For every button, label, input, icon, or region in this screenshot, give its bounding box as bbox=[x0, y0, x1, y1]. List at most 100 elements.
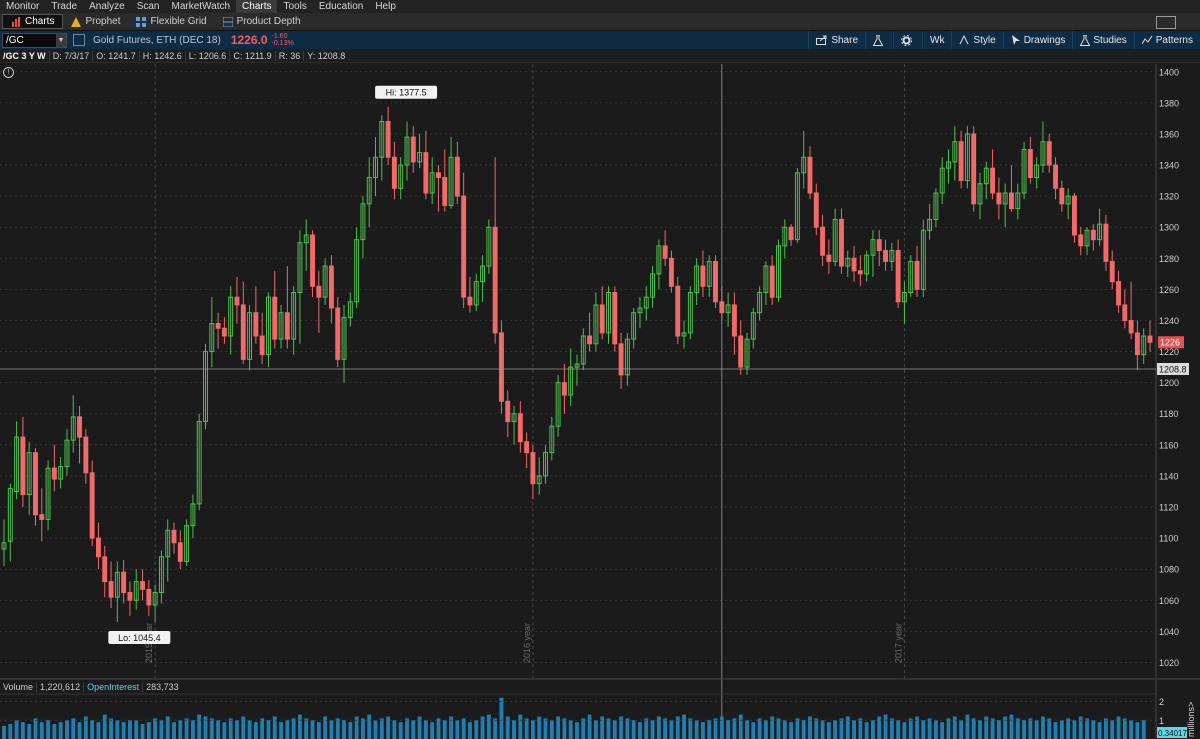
price-chart[interactable]: 1020 1040 1060 1080 1100 1120 1140 1160 1180 1200… bbox=[0, 0, 1200, 739]
candle-body bbox=[328, 265, 334, 309]
candle-body bbox=[39, 514, 45, 520]
volume-bar bbox=[58, 722, 63, 739]
candle bbox=[221, 317, 227, 344]
candle bbox=[385, 106, 391, 166]
candle bbox=[33, 447, 38, 526]
candle bbox=[266, 292, 271, 368]
candle bbox=[1021, 141, 1027, 200]
volume-value: 1,220,612 bbox=[36, 682, 83, 692]
volume-bar bbox=[461, 718, 466, 739]
volume-tick-label: 2 bbox=[1159, 697, 1164, 707]
volume-bar bbox=[20, 722, 25, 739]
candle bbox=[851, 245, 857, 282]
candle bbox=[247, 304, 253, 371]
candle-body bbox=[89, 472, 95, 539]
volume-last-label: 0.34017 bbox=[1158, 729, 1187, 738]
volume-bar bbox=[694, 720, 699, 739]
candle bbox=[839, 208, 844, 274]
candle-body bbox=[807, 156, 813, 194]
candle-body bbox=[33, 452, 38, 516]
volume-bar bbox=[1059, 720, 1064, 739]
candle bbox=[127, 581, 133, 616]
volume-bar bbox=[1091, 720, 1096, 739]
candle bbox=[1053, 157, 1059, 200]
candle bbox=[228, 286, 234, 355]
candle bbox=[964, 126, 970, 189]
volume-bar bbox=[90, 720, 95, 739]
volume-bar bbox=[411, 720, 416, 739]
candle-body bbox=[436, 172, 441, 178]
volume-bar bbox=[1034, 720, 1039, 739]
candle-body bbox=[1071, 195, 1077, 236]
volume-bar bbox=[379, 718, 384, 739]
candle bbox=[895, 239, 901, 309]
candle bbox=[171, 522, 177, 554]
candle-body bbox=[1128, 319, 1134, 334]
candle bbox=[165, 519, 171, 582]
candle bbox=[1071, 193, 1077, 243]
candle-body bbox=[127, 592, 133, 601]
candle bbox=[354, 227, 360, 309]
candle bbox=[1040, 121, 1046, 173]
volume-bar bbox=[612, 720, 617, 739]
candle bbox=[341, 304, 347, 383]
volume-bar bbox=[669, 720, 674, 739]
candle bbox=[782, 219, 788, 259]
volume-bar bbox=[222, 722, 227, 739]
candle bbox=[543, 444, 548, 484]
volume-bar bbox=[921, 720, 926, 739]
volume-bar bbox=[789, 722, 794, 739]
volume-bar bbox=[1047, 718, 1052, 739]
candle-body bbox=[454, 156, 460, 197]
y-tick-label: 1280 bbox=[1159, 254, 1179, 264]
candle bbox=[140, 569, 145, 601]
candle bbox=[1059, 180, 1065, 212]
candle bbox=[190, 494, 196, 539]
candle bbox=[379, 115, 385, 181]
candle bbox=[650, 266, 656, 309]
candle bbox=[706, 255, 712, 298]
candle bbox=[876, 230, 882, 267]
volume-bar bbox=[178, 720, 183, 739]
candle-body bbox=[788, 226, 794, 241]
volume-bar bbox=[1053, 722, 1058, 739]
candle bbox=[436, 165, 441, 212]
alert-icon[interactable]: ! bbox=[3, 67, 14, 78]
volume-bar bbox=[978, 720, 982, 739]
y-tick-label: 1360 bbox=[1159, 129, 1179, 139]
candle-body bbox=[517, 413, 523, 443]
volume-bar bbox=[625, 718, 630, 739]
volume-bar bbox=[745, 720, 749, 739]
candle bbox=[442, 149, 448, 212]
candle-body bbox=[731, 304, 737, 337]
open-interest-value: 283,733 bbox=[142, 682, 182, 692]
volume-bar bbox=[568, 720, 573, 739]
candle bbox=[64, 429, 70, 476]
volume-bar bbox=[543, 718, 548, 739]
candle bbox=[687, 286, 693, 340]
volume-bar bbox=[908, 718, 913, 739]
volume-bar bbox=[732, 718, 737, 739]
candle bbox=[322, 258, 328, 305]
candle-body bbox=[561, 382, 567, 396]
candle bbox=[832, 208, 838, 267]
candle bbox=[297, 230, 303, 344]
volume-bar bbox=[297, 714, 302, 739]
candle bbox=[158, 550, 164, 604]
candle-body bbox=[423, 152, 429, 194]
volume-bar bbox=[146, 722, 151, 739]
candle bbox=[1134, 320, 1140, 371]
volume-bar bbox=[549, 720, 554, 739]
candle bbox=[757, 286, 763, 321]
volume-bar bbox=[77, 722, 82, 739]
volume-bar bbox=[820, 720, 825, 739]
volume-bar bbox=[883, 714, 888, 739]
candle bbox=[555, 374, 561, 438]
volume-bar bbox=[814, 718, 819, 739]
candle bbox=[574, 354, 580, 386]
volume-bar bbox=[373, 720, 378, 739]
candle bbox=[177, 530, 183, 570]
candle bbox=[731, 292, 737, 355]
candle bbox=[240, 281, 246, 365]
candle bbox=[857, 255, 863, 287]
